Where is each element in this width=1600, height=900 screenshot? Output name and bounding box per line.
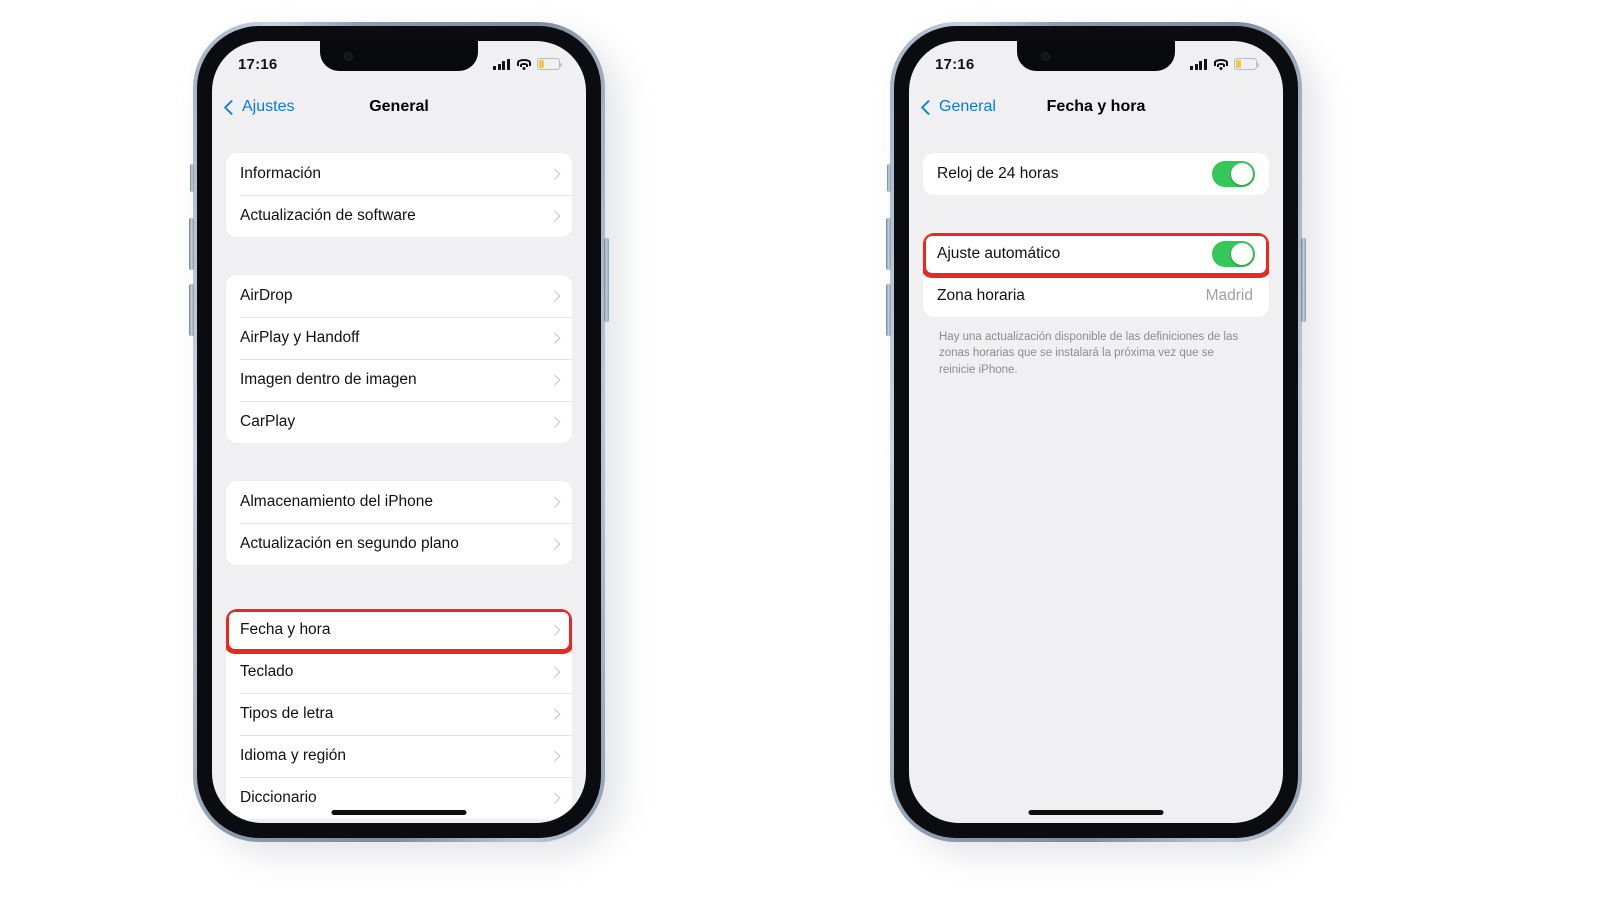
phone-screen: 17:16 Ajustes General Información Actual…: [212, 41, 586, 823]
back-button[interactable]: General: [920, 98, 996, 116]
status-time: 17:16: [238, 55, 278, 73]
phone-frame: 17:16 Ajustes General Información Actual…: [189, 22, 609, 842]
chevron-right-icon: [548, 332, 560, 344]
status-icons: [493, 58, 562, 70]
settings-row-reloj-24-horas[interactable]: Reloj de 24 horas: [923, 153, 1269, 195]
row-label: CarPlay: [240, 413, 296, 430]
mute-switch[interactable]: [887, 164, 891, 192]
volume-down-button[interactable]: [886, 284, 891, 336]
chevron-right-icon: [548, 374, 560, 386]
settings-row-idioma-y-region[interactable]: Idioma y región: [226, 735, 572, 777]
settings-row-actualizacion-segundo-plano[interactable]: Actualización en segundo plano: [226, 523, 572, 565]
settings-row-carplay[interactable]: CarPlay: [226, 401, 572, 443]
chevron-right-icon: [548, 750, 560, 762]
wifi-icon: [1213, 58, 1228, 70]
row-label: Fecha y hora: [240, 621, 331, 638]
settings-row-ajuste-automatico[interactable]: Ajuste automático: [923, 233, 1269, 275]
row-label: Ajuste automático: [937, 245, 1061, 262]
toggle-reloj-24-horas[interactable]: [1212, 161, 1255, 187]
settings-group: Fecha y hora Teclado Tipos de letra Idio…: [226, 609, 572, 819]
phone-bezel: 17:16 General Fecha y hora Reloj de 24 h…: [894, 26, 1298, 838]
chevron-left-icon: [920, 99, 937, 115]
settings-row-teclado[interactable]: Teclado: [226, 651, 572, 693]
chevron-right-icon: [548, 624, 560, 636]
settings-row-almacenamiento-iphone[interactable]: Almacenamiento del iPhone: [226, 481, 572, 523]
chevron-right-icon: [548, 210, 560, 222]
row-label: AirDrop: [240, 287, 293, 304]
settings-group: Información Actualización de software: [226, 153, 572, 237]
power-button[interactable]: [1301, 238, 1306, 322]
wifi-icon: [516, 58, 531, 70]
battery-low-icon: [1234, 58, 1259, 70]
row-label: Actualización de software: [240, 207, 416, 224]
settings-list: Información Actualización de software Ai…: [212, 129, 586, 819]
volume-down-button[interactable]: [189, 284, 194, 336]
signal-bars-icon: [493, 58, 510, 70]
back-button[interactable]: Ajustes: [223, 98, 295, 116]
settings-row-airdrop[interactable]: AirDrop: [226, 275, 572, 317]
settings-group: Reloj de 24 horas: [923, 153, 1269, 195]
row-label: Almacenamiento del iPhone: [240, 493, 434, 510]
front-camera-icon: [1041, 52, 1050, 61]
volume-up-button[interactable]: [189, 218, 194, 270]
chevron-right-icon: [548, 538, 560, 550]
row-label: Reloj de 24 horas: [937, 165, 1059, 182]
settings-row-imagen-dentro-de-imagen[interactable]: Imagen dentro de imagen: [226, 359, 572, 401]
settings-row-fecha-y-hora[interactable]: Fecha y hora: [226, 609, 572, 651]
row-label: Información: [240, 165, 321, 182]
toggle-ajuste-automatico[interactable]: [1212, 241, 1255, 267]
settings-row-airplay-handoff[interactable]: AirPlay y Handoff: [226, 317, 572, 359]
row-label: Idioma y región: [240, 747, 346, 764]
home-indicator[interactable]: [1028, 810, 1164, 815]
back-button-label: Ajustes: [242, 98, 295, 115]
toggle-knob: [1231, 162, 1254, 185]
row-label: Tipos de letra: [240, 705, 334, 722]
settings-list: Reloj de 24 horas Ajuste automático Zona…: [909, 129, 1283, 378]
notch: [320, 41, 478, 71]
phone-screen: 17:16 General Fecha y hora Reloj de 24 h…: [909, 41, 1283, 823]
notch: [1017, 41, 1175, 71]
phone-frame: 17:16 General Fecha y hora Reloj de 24 h…: [886, 22, 1306, 842]
status-time: 17:16: [935, 55, 975, 73]
iphone-fecha-hora: 17:16 General Fecha y hora Reloj de 24 h…: [886, 22, 1318, 856]
settings-row-informacion[interactable]: Información: [226, 153, 572, 195]
navigation-bar: Ajustes General: [212, 85, 586, 129]
zona-horaria-value: Madrid: [1205, 287, 1253, 304]
front-camera-icon: [344, 52, 353, 61]
screenshot-canvas: 17:16 Ajustes General Información Actual…: [0, 0, 1600, 900]
row-label: Zona horaria: [937, 287, 1025, 304]
row-label: Diccionario: [240, 789, 317, 806]
settings-row-actualizacion-software[interactable]: Actualización de software: [226, 195, 572, 237]
signal-bars-icon: [1190, 58, 1207, 70]
settings-row-tipos-de-letra[interactable]: Tipos de letra: [226, 693, 572, 735]
chevron-right-icon: [548, 666, 560, 678]
chevron-right-icon: [548, 792, 560, 804]
row-label: Imagen dentro de imagen: [240, 371, 417, 388]
chevron-right-icon: [548, 290, 560, 302]
settings-group: Almacenamiento del iPhone Actualización …: [226, 481, 572, 565]
volume-up-button[interactable]: [886, 218, 891, 270]
iphone-general: 17:16 Ajustes General Información Actual…: [189, 22, 621, 856]
row-label: AirPlay y Handoff: [240, 329, 360, 346]
settings-group: AirDrop AirPlay y Handoff Imagen dentro …: [226, 275, 572, 443]
chevron-right-icon: [548, 168, 560, 180]
chevron-right-icon: [548, 416, 560, 428]
settings-group: Ajuste automático Zona horaria Madrid: [923, 233, 1269, 317]
section-footnote: Hay una actualización disponible de las …: [939, 331, 1239, 376]
row-label: Actualización en segundo plano: [240, 535, 459, 552]
back-button-label: General: [939, 98, 996, 115]
navigation-bar: General Fecha y hora: [909, 85, 1283, 129]
home-indicator[interactable]: [331, 810, 467, 815]
battery-low-icon: [537, 58, 562, 70]
status-icons: [1190, 58, 1259, 70]
chevron-right-icon: [548, 496, 560, 508]
power-button[interactable]: [604, 238, 609, 322]
settings-row-zona-horaria[interactable]: Zona horaria Madrid: [923, 275, 1269, 317]
phone-bezel: 17:16 Ajustes General Información Actual…: [197, 26, 601, 838]
mute-switch[interactable]: [190, 164, 194, 192]
chevron-right-icon: [548, 708, 560, 720]
toggle-knob: [1231, 242, 1254, 265]
row-label: Teclado: [240, 663, 294, 680]
chevron-left-icon: [223, 99, 240, 115]
